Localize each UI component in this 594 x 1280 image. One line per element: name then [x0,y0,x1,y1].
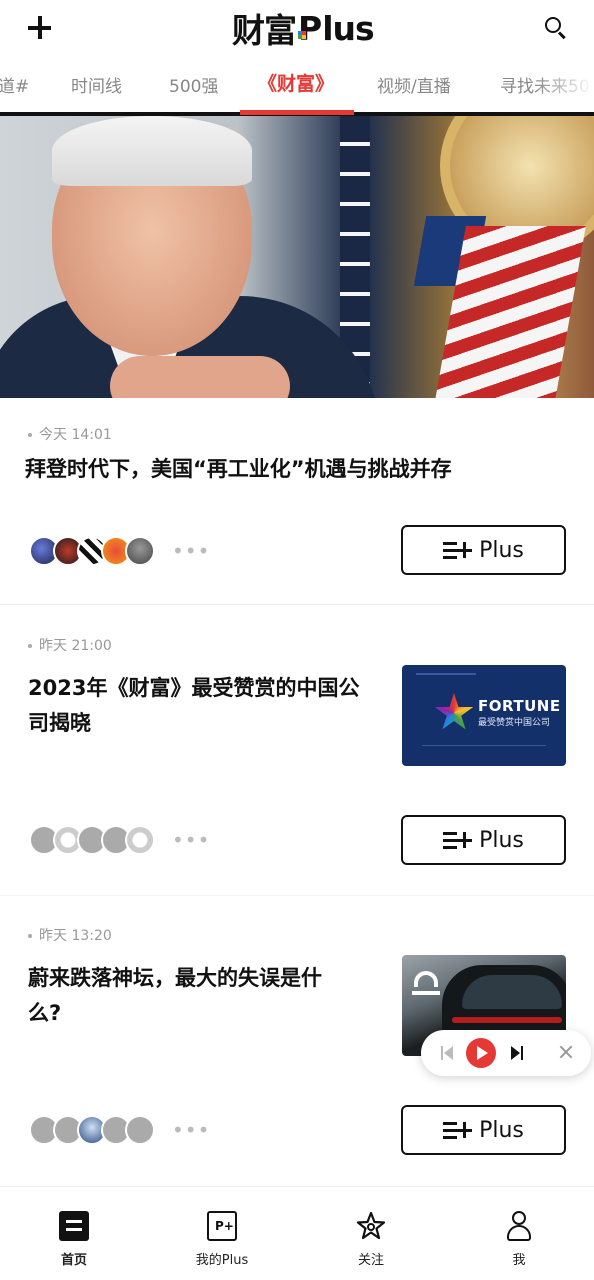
article-time: 今天 14:01 [28,424,112,444]
active-tab-indicator [240,110,354,115]
next-icon[interactable] [511,1046,523,1060]
app-logo: 财富 P lus [232,6,375,51]
thumb-subtitle: 最受赞赏中国公司 [478,718,551,728]
more-icon[interactable]: ••• [172,830,210,850]
logo-text-cn: 财富 [232,11,297,50]
nav-follow[interactable]: 关注 [326,1211,416,1268]
tabs-fade [534,56,594,112]
plus-label: Plus [479,1117,524,1143]
nav-home[interactable]: 首页 [29,1211,119,1268]
tab-500[interactable]: 500强 [169,72,218,97]
article-thumbnail[interactable]: FORTUNE 最受赞赏中国公司 [402,665,566,766]
previous-icon[interactable] [441,1046,453,1060]
thumb-brand: FORTUNE [478,697,561,715]
plus-button[interactable]: Plus [401,815,566,865]
avatar-stack[interactable] [29,825,155,855]
plus-list-icon [443,540,473,560]
category-tabs: 道# 时间线 500强 《财富》 视频/直播 寻找未来50 [0,56,594,112]
avatar-stack[interactable] [29,1115,155,1145]
article-title[interactable]: 拜登时代下，美国“再工业化”机遇与挑战并存 [25,452,452,487]
article-card[interactable]: 今天 14:01 拜登时代下，美国“再工业化”机遇与挑战并存 ••• Plus [0,398,594,604]
logo-text-lus: lus [322,8,374,48]
nav-label: 我 [512,1253,526,1268]
add-icon[interactable] [24,12,56,44]
play-icon[interactable] [466,1038,496,1068]
plus-list-icon [443,830,473,850]
nav-my-plus[interactable]: P+ 我的Plus [177,1211,267,1268]
tab-channel[interactable]: 道# [0,72,29,97]
article-time: 昨天 21:00 [28,635,112,655]
plus-label: Plus [479,537,524,563]
search-icon[interactable] [542,14,568,40]
home-icon [59,1211,89,1241]
tab-video-live[interactable]: 视频/直播 [377,72,451,97]
mini-player [421,1030,591,1076]
article-title[interactable]: 2023年《财富》最受赞赏的中国公 司揭晓 [28,671,359,741]
app-header: 财富 P lus [0,0,594,56]
plus-list-icon [443,1120,473,1140]
nav-label: 首页 [60,1253,87,1268]
article-title[interactable]: 蔚来跌落神坛，最大的失误是什 么? [28,961,322,1031]
logo-p: P [298,8,323,48]
avatar-stack[interactable] [29,536,155,566]
nav-label: 我的Plus [195,1253,249,1268]
more-icon[interactable]: ••• [172,541,210,561]
nav-label: 关注 [357,1253,384,1268]
plus-button[interactable]: Plus [401,525,566,575]
avatar [125,536,155,566]
hero-image[interactable] [0,116,594,398]
article-time: 昨天 13:20 [28,925,112,945]
close-icon[interactable] [557,1043,575,1061]
plus-label: Plus [479,827,524,853]
avatar [125,1115,155,1145]
article-card[interactable]: 昨天 21:00 2023年《财富》最受赞赏的中国公 司揭晓 FORTUNE 最… [0,605,594,895]
plus-button[interactable]: Plus [401,1105,566,1155]
fortune-star-icon [434,693,474,730]
star-icon [356,1211,386,1241]
tab-fortune[interactable]: 《财富》 [258,69,334,96]
avatar [125,825,155,855]
nav-me[interactable]: 我 [474,1211,564,1268]
tab-timeline[interactable]: 时间线 [71,72,122,97]
profile-icon [504,1211,534,1241]
more-icon[interactable]: ••• [172,1120,210,1140]
my-plus-icon: P+ [207,1211,237,1241]
bottom-nav: 首页 P+ 我的Plus 关注 我 [0,1186,594,1280]
nio-logo-icon [410,969,442,1001]
